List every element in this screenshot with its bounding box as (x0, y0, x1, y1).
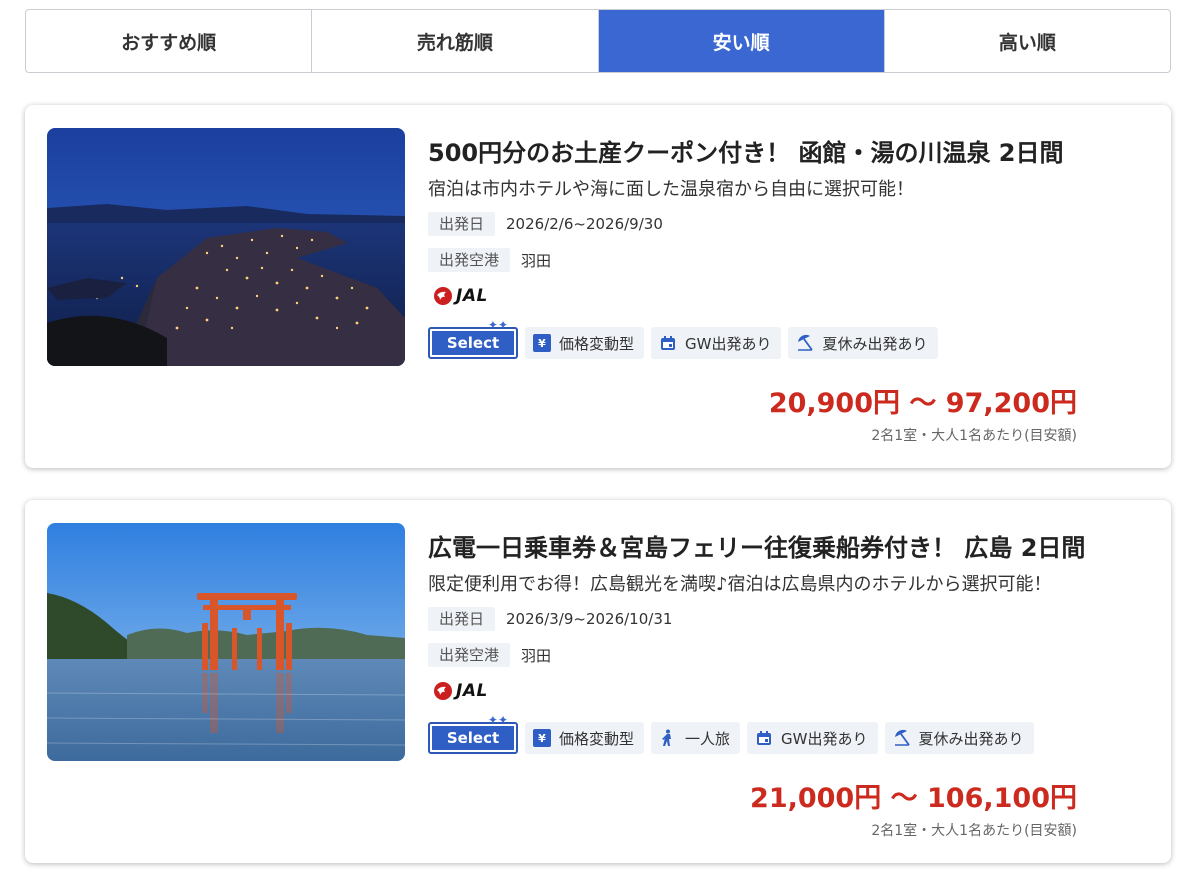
tour-subtitle: 宿泊は市内ホテルや海に面した温泉宿から自由に選択可能！ (428, 179, 914, 200)
jal-crane-icon (434, 287, 452, 305)
tour-price: 21,000円 〜 106,100円 (750, 783, 1077, 814)
departure-airport-value: 羽田 (521, 646, 552, 665)
departure-date-label: 出発日 (428, 212, 496, 236)
sparkle-icon: ✦✦ (487, 318, 508, 332)
select-badge: ✦✦ Select (428, 714, 518, 754)
airline-name: JAL (456, 286, 488, 306)
departure-airport-label: 出発空港 (428, 248, 511, 272)
departure-date-row: 出発日 2026/3/9~2026/10/31 (428, 607, 672, 631)
tag-price-variable: ¥ 価格変動型 (525, 722, 645, 754)
parasol-icon (796, 334, 814, 352)
tour-card-hiroshima[interactable]: 広電一日乗車券＆宮島フェリー往復乗船券付き！ 広島 2日間 限定便利用でお得！広… (25, 500, 1171, 863)
departure-airport-row: 出発空港 羽田 (428, 643, 551, 667)
parasol-icon (893, 729, 911, 747)
departure-date-row: 出発日 2026/2/6~2026/9/30 (428, 212, 663, 236)
tag-label: GW出発あり (685, 334, 772, 353)
tour-image-hakodate[interactable] (47, 128, 405, 366)
tag-gw-departure: GW出発あり (747, 722, 878, 754)
tag-label: 一人旅 (685, 729, 731, 748)
airline-logo: JAL (433, 285, 488, 307)
tour-image-miyajima[interactable] (47, 523, 405, 761)
sort-tabs: おすすめ順 売れ筋順 安い順 高い順 (25, 9, 1171, 73)
tag-solo-travel: 一人旅 (651, 722, 741, 754)
airline-logo: JAL (433, 680, 488, 702)
tour-price: 20,900円 〜 97,200円 (768, 388, 1077, 419)
select-badge-label: Select (432, 726, 514, 750)
tag-label: 価格変動型 (559, 334, 635, 353)
tag-gw-departure: GW出発あり (651, 327, 782, 359)
yen-icon: ¥ (533, 334, 551, 352)
walking-person-icon (659, 729, 677, 747)
sparkle-icon: ✦✦ (487, 713, 508, 727)
price-note: 2名1室・大人1名あたり(目安額) (871, 823, 1077, 839)
tag-summer-departure: 夏休み出発あり (788, 327, 938, 359)
price-note: 2名1室・大人1名あたり(目安額) (871, 428, 1077, 444)
tour-title[interactable]: 500円分のお土産クーポン付き！ 函館・湯の川温泉 2日間 (428, 133, 1064, 168)
tour-subtitle: 限定便利用でお得！広島観光を満喫♪宿泊は広島県内のホテルから選択可能！ (428, 574, 1052, 595)
calendar-icon (755, 729, 773, 747)
calendar-icon (659, 334, 677, 352)
jal-crane-icon (434, 682, 452, 700)
departure-date-value: 2026/3/9~2026/10/31 (506, 610, 673, 628)
tour-tags: ✦✦ Select ¥ 価格変動型 GW出発あり 夏休み出発あり (428, 319, 945, 359)
tag-summer-departure: 夏休み出発あり (884, 722, 1034, 754)
select-badge: ✦✦ Select (428, 319, 518, 359)
tag-label: GW出発あり (781, 729, 868, 748)
departure-airport-row: 出発空港 羽田 (428, 248, 551, 272)
tab-lowest-price[interactable]: 安い順 (598, 10, 885, 72)
tour-card-hakodate[interactable]: 500円分のお土産クーポン付き！ 函館・湯の川温泉 2日間 宿泊は市内ホテルや海… (25, 105, 1171, 468)
tour-tags: ✦✦ Select ¥ 価格変動型 一人旅 GW出発あり 夏休み出発あり (428, 714, 1041, 754)
tab-highest-price[interactable]: 高い順 (885, 10, 1170, 72)
departure-airport-label: 出発空港 (428, 643, 511, 667)
tag-label: 夏休み出発あり (918, 729, 1024, 748)
departure-date-label: 出発日 (428, 607, 496, 631)
departure-airport-value: 羽田 (521, 251, 552, 270)
tag-label: 夏休み出発あり (822, 334, 928, 353)
tab-recommended[interactable]: おすすめ順 (26, 10, 313, 72)
departure-date-value: 2026/2/6~2026/9/30 (506, 215, 663, 233)
tag-label: 価格変動型 (559, 729, 635, 748)
tag-price-variable: ¥ 価格変動型 (525, 327, 645, 359)
select-badge-label: Select (432, 331, 514, 355)
yen-icon: ¥ (533, 729, 551, 747)
airline-name: JAL (456, 681, 488, 701)
tab-best-selling[interactable]: 売れ筋順 (312, 10, 599, 72)
tour-title[interactable]: 広電一日乗車券＆宮島フェリー往復乗船券付き！ 広島 2日間 (428, 528, 1085, 563)
